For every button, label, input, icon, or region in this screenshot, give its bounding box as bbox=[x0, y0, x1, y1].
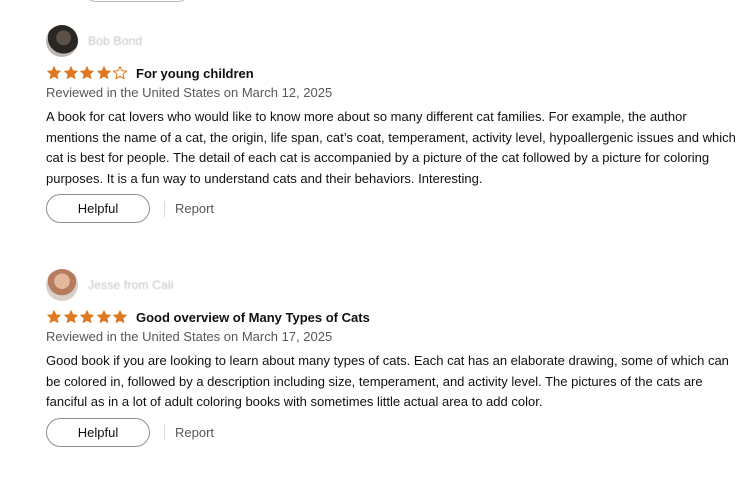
previous-helpful-button[interactable] bbox=[84, 0, 190, 2]
report-link[interactable]: Report bbox=[175, 425, 214, 440]
review-date: Reviewed in the United States on March 1… bbox=[46, 329, 333, 344]
action-divider bbox=[164, 424, 165, 440]
review-card: Bob Bond For young children Reviewed in … bbox=[46, 24, 736, 223]
action-divider bbox=[164, 200, 165, 217]
star-icon bbox=[46, 65, 62, 81]
reviewer-profile[interactable]: Bob Bond bbox=[46, 24, 736, 58]
rating-title-row: Good overview of Many Types of Cats bbox=[46, 307, 736, 327]
report-link[interactable]: Report bbox=[175, 201, 214, 216]
star-icon bbox=[79, 309, 95, 325]
review-title[interactable]: Good overview of Many Types of Cats bbox=[136, 310, 370, 325]
review-date: Reviewed in the United States on March 1… bbox=[46, 85, 333, 100]
review-text: Good book if you are looking to learn ab… bbox=[46, 353, 729, 409]
star-icon bbox=[96, 65, 112, 81]
star-icon bbox=[112, 65, 128, 81]
avatar bbox=[46, 25, 78, 57]
star-icon bbox=[46, 309, 62, 325]
star-icon bbox=[112, 309, 128, 325]
star-rating[interactable] bbox=[46, 309, 128, 325]
star-icon bbox=[79, 65, 95, 81]
review-actions: Helpful Report bbox=[46, 194, 736, 223]
reviewer-name: Bob Bond bbox=[88, 34, 143, 48]
review-card: Jesse from Cali Good overview of Many Ty… bbox=[46, 268, 736, 447]
star-rating[interactable] bbox=[46, 65, 128, 81]
star-icon bbox=[96, 309, 112, 325]
helpful-button[interactable]: Helpful bbox=[46, 417, 150, 447]
avatar bbox=[46, 269, 78, 301]
reviewer-profile[interactable]: Jesse from Cali bbox=[46, 268, 736, 302]
rating-title-row: For young children bbox=[46, 63, 736, 83]
review-actions: Helpful Report bbox=[46, 417, 736, 447]
star-icon bbox=[63, 65, 79, 81]
helpful-button[interactable]: Helpful bbox=[46, 194, 150, 223]
reviewer-name: Jesse from Cali bbox=[88, 278, 174, 292]
review-title[interactable]: For young children bbox=[136, 66, 254, 81]
review-text: A book for cat lovers who would like to … bbox=[46, 109, 736, 186]
star-icon bbox=[63, 309, 79, 325]
